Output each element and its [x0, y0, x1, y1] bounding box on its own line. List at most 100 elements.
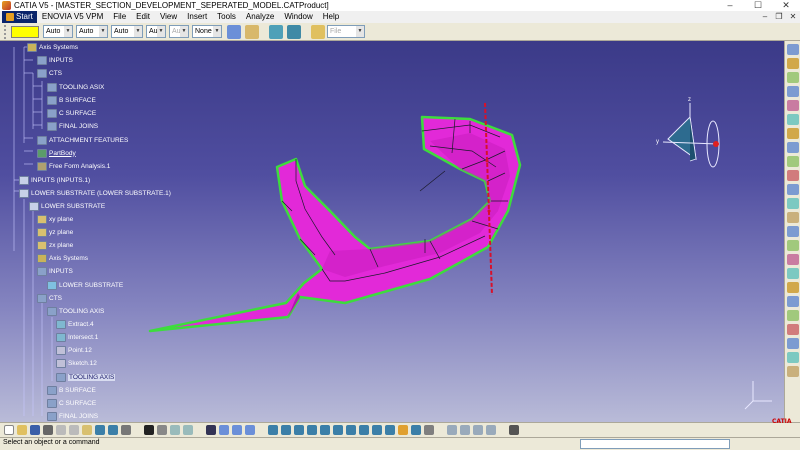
minimize-button[interactable]: – — [716, 0, 744, 11]
tool-icon[interactable] — [787, 58, 799, 69]
3d-viewport[interactable]: y z Axis Systems INPUTS CTS TOOLING ASIX… — [0, 41, 784, 422]
tool-icon[interactable] — [787, 114, 799, 125]
save-icon[interactable] — [30, 425, 40, 435]
tree-node[interactable]: Axis Systems — [27, 41, 78, 53]
close-button[interactable]: ✕ — [772, 0, 800, 11]
swap-space-icon[interactable] — [411, 425, 421, 435]
tool-icon[interactable] — [787, 338, 799, 349]
zoom-out-icon[interactable] — [333, 425, 343, 435]
fly-mode-icon[interactable] — [268, 425, 278, 435]
open-icon[interactable] — [17, 425, 27, 435]
tool-icon[interactable] — [787, 156, 799, 167]
tree-node[interactable]: INPUTS — [37, 265, 73, 277]
compass-icon[interactable]: y z — [656, 97, 720, 168]
tool-icon[interactable] — [787, 254, 799, 265]
line-type-combo[interactable]: Auto ▼ — [111, 25, 143, 38]
workbench-icon[interactable] — [232, 425, 242, 435]
transparency-combo[interactable]: Auto ▼ — [43, 25, 73, 38]
tree-node[interactable]: INPUTS (INPUTS.1) — [19, 174, 90, 186]
tree-node[interactable]: INPUTS — [37, 54, 73, 66]
menu-file[interactable]: File — [108, 11, 131, 23]
tree-node[interactable]: FINAL JOINS — [47, 410, 98, 422]
tree-node[interactable]: yz plane — [37, 226, 73, 238]
menu-view[interactable]: View — [155, 11, 182, 23]
tree-node[interactable]: TOOLING AXIS — [47, 305, 104, 317]
tree-node[interactable]: C SURFACE — [47, 397, 96, 409]
formula-icon[interactable] — [144, 425, 154, 435]
normal-view-icon[interactable] — [346, 425, 356, 435]
rendering-style-combo[interactable]: Aut ▼ — [169, 25, 189, 38]
tree-node[interactable]: CTS — [37, 67, 62, 79]
tree-node[interactable]: Intersect.1 — [56, 331, 98, 343]
menu-analyze[interactable]: Analyze — [241, 11, 279, 23]
toolbar-grip[interactable] — [4, 24, 9, 39]
tree-node[interactable]: C SURFACE — [47, 107, 96, 119]
tree-node[interactable]: CTS — [37, 292, 62, 304]
comment-icon[interactable] — [157, 425, 167, 435]
sketch-tool-icon[interactable] — [183, 425, 193, 435]
tool-icon[interactable] — [787, 296, 799, 307]
tool-icon[interactable] — [787, 72, 799, 83]
doc-close-button[interactable]: ✕ — [786, 11, 800, 23]
whats-this-icon[interactable] — [121, 425, 131, 435]
link-icon[interactable] — [170, 425, 180, 435]
properties-painter-icon[interactable] — [245, 24, 259, 39]
rotate-icon[interactable] — [307, 425, 317, 435]
hide-show-icon[interactable] — [287, 24, 301, 39]
tree-node[interactable]: xy plane — [37, 213, 73, 225]
tree-node[interactable]: Axis Systems — [37, 252, 88, 264]
tree-node[interactable]: B SURFACE — [47, 384, 96, 396]
tree-node[interactable]: ATTACHMENT FEATURES — [37, 134, 128, 146]
tool-icon[interactable] — [787, 184, 799, 195]
tree-node[interactable]: B SURFACE — [47, 94, 96, 106]
tool-icon[interactable] — [787, 142, 799, 153]
multi-view-icon[interactable] — [359, 425, 369, 435]
tree-node[interactable]: Extract.4 — [56, 318, 94, 330]
new-icon[interactable] — [4, 425, 14, 435]
tree-node[interactable]: PartBody — [37, 147, 76, 159]
swap-visible-space-icon[interactable] — [269, 24, 283, 39]
tree-node[interactable]: zx plane — [37, 239, 73, 251]
tree-node[interactable]: LOWER SUBSTRATE — [47, 279, 123, 291]
menu-edit[interactable]: Edit — [131, 11, 155, 23]
tool-icon[interactable] — [787, 282, 799, 293]
menu-help[interactable]: Help — [318, 11, 344, 23]
zoom-in-icon[interactable] — [320, 425, 330, 435]
layer-combo[interactable]: None ▼ — [192, 25, 222, 38]
tool-icon[interactable] — [787, 366, 799, 377]
file-combo[interactable]: File ▼ — [327, 25, 365, 38]
menu-enovia[interactable]: ENOVIA V5 VPM — [37, 11, 108, 23]
shading-icon[interactable] — [385, 425, 395, 435]
iso-view-icon[interactable] — [372, 425, 382, 435]
measure-icon[interactable] — [447, 425, 457, 435]
menu-insert[interactable]: Insert — [182, 11, 212, 23]
fit-all-icon[interactable] — [281, 425, 291, 435]
redo-icon[interactable] — [108, 425, 118, 435]
tool-icon[interactable] — [787, 240, 799, 251]
open-folder-icon[interactable] — [311, 24, 325, 39]
painter-icon[interactable] — [227, 24, 241, 39]
doc-minimize-button[interactable]: – — [758, 11, 772, 23]
tree-node[interactable]: TOOLING ASIX — [47, 81, 104, 93]
menu-tools[interactable]: Tools — [212, 11, 241, 23]
measure-item-icon[interactable] — [486, 425, 496, 435]
tree-node[interactable]: Point.12 — [56, 344, 92, 356]
tool-icon[interactable] — [787, 170, 799, 181]
tool-icon[interactable] — [787, 44, 799, 55]
maximize-button[interactable]: ☐ — [744, 0, 772, 11]
tree-node[interactable]: LOWER SUBSTRATE — [29, 200, 105, 212]
tree-node[interactable]: Free Form Analysis.1 — [37, 160, 110, 172]
measure-inertia-icon[interactable] — [473, 425, 483, 435]
copy-icon[interactable] — [69, 425, 79, 435]
tool-icon[interactable] — [787, 352, 799, 363]
start-menu[interactable]: Start — [2, 11, 37, 23]
paste-icon[interactable] — [82, 425, 92, 435]
tool-icon[interactable] — [787, 86, 799, 97]
catalog-icon[interactable] — [206, 425, 216, 435]
cut-icon[interactable] — [56, 425, 66, 435]
compass-tool-icon[interactable] — [219, 425, 229, 435]
tool-icon[interactable] — [787, 268, 799, 279]
tool-icon[interactable] — [787, 310, 799, 321]
color-swatch[interactable] — [11, 25, 39, 38]
hide-show-tool-icon[interactable] — [398, 425, 408, 435]
